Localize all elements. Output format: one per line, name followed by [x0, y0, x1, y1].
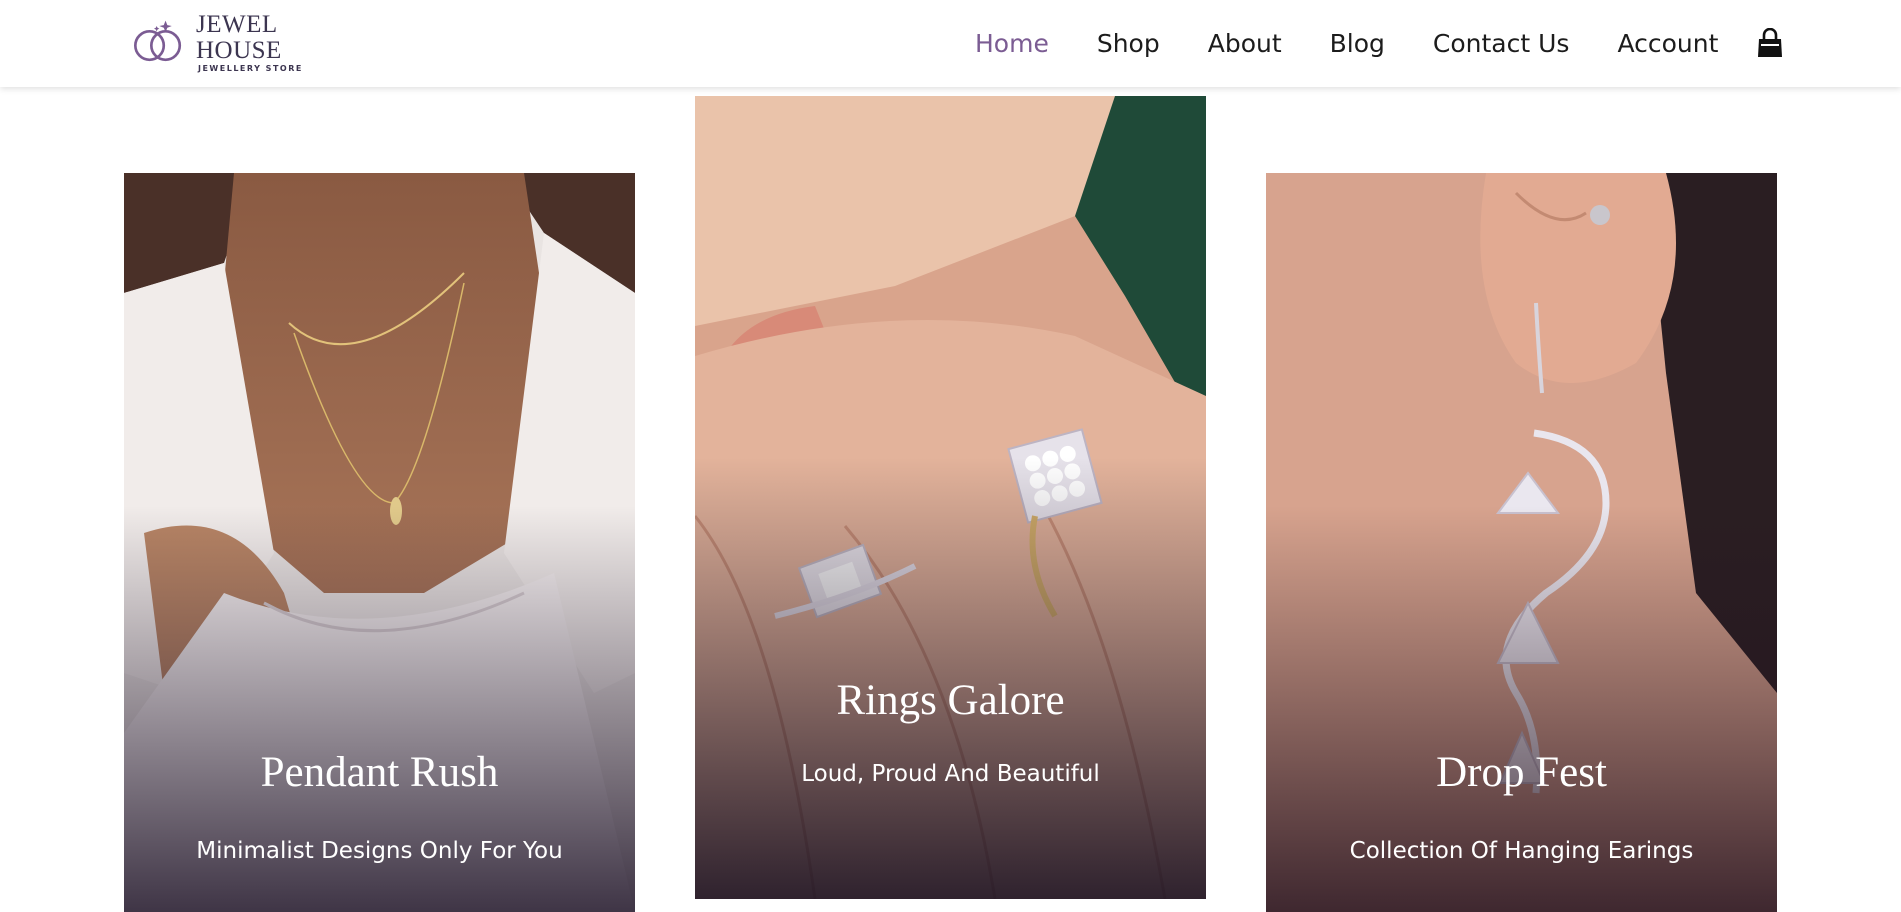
brand-name: JEWEL HOUSE [195, 10, 282, 64]
nav-home[interactable]: Home [975, 29, 1049, 58]
shopping-bag-icon[interactable] [1756, 28, 1784, 58]
card-subtitle: Minimalist Designs Only For You [196, 838, 563, 864]
interlocked-rings-logo-icon [133, 20, 182, 62]
card-title: Pendant Rush [260, 749, 499, 796]
card-subtitle: Loud, Proud And Beautiful [801, 761, 1100, 787]
nav-shop[interactable]: Shop [1097, 29, 1160, 58]
collection-card-drop[interactable]: Drop Fest Collection Of Hanging Earings [1266, 173, 1777, 912]
card-title: Rings Galore [836, 677, 1065, 724]
site-header: JEWEL HOUSE JEWELLERY STORE Home Shop Ab… [0, 0, 1901, 87]
collection-card-rings[interactable]: Rings Galore Loud, Proud And Beautiful [695, 96, 1206, 899]
nav-account[interactable]: Account [1617, 29, 1718, 58]
card-subtitle: Collection Of Hanging Earings [1349, 838, 1694, 864]
nav-blog[interactable]: Blog [1330, 29, 1385, 58]
card-title: Drop Fest [1436, 749, 1607, 796]
collection-card-pendant[interactable]: Pendant Rush Minimalist Designs Only For… [124, 173, 635, 912]
nav-about[interactable]: About [1208, 29, 1282, 58]
main-nav: Home Shop About Blog Contact Us Account [975, 26, 1766, 60]
brand-logo[interactable]: JEWEL HOUSE JEWELLERY STORE [130, 10, 350, 73]
brand-tagline: JEWELLERY STORE [197, 63, 303, 73]
nav-contact-us[interactable]: Contact Us [1433, 29, 1570, 58]
